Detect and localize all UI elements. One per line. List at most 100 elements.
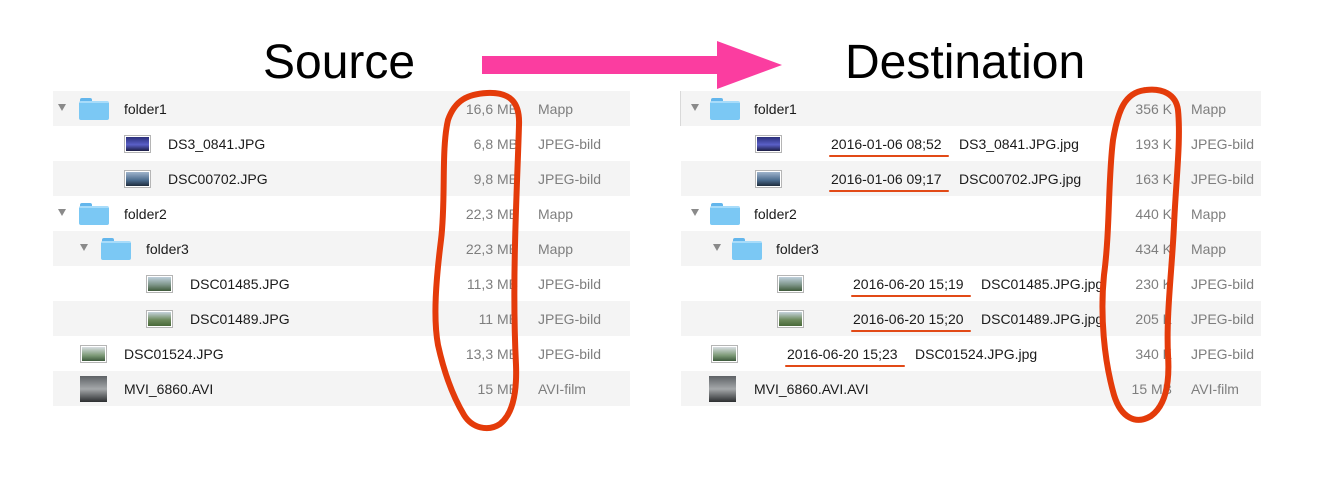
image-thumbnail-icon	[777, 275, 804, 293]
disclosure-triangle-icon[interactable]	[691, 209, 699, 216]
image-thumbnail-icon	[124, 135, 151, 153]
file-size: 16,6 MB	[465, 101, 518, 117]
file-name: folder1	[754, 101, 797, 117]
image-thumbnail-icon	[777, 310, 804, 328]
folder-icon	[710, 203, 740, 225]
file-size: 11,3 MB	[466, 276, 518, 292]
file-size: 434 K	[1135, 241, 1172, 257]
thumbnail-image	[82, 347, 105, 361]
file-row-dsc00702-jpg-jpg[interactable]: 2016-01-06 09;17 DSC00702.JPG.jpg 163 K JPE…	[681, 161, 1261, 196]
file-row-mvi-6860-avi-avi[interactable]: MVI_6860.AVI.AVI 15 MB AVI-film	[681, 371, 1261, 406]
file-name: folder3	[776, 241, 819, 257]
file-size: 6,8 MB	[473, 136, 518, 152]
folder-body	[710, 101, 740, 120]
file-row-dsc01524-jpg-jpg[interactable]: 2016-06-20 15;23 DSC01524.JPG.jpg 340 K JPE…	[681, 336, 1261, 371]
file-kind: JPEG-bild	[538, 346, 602, 362]
thumbnail-image	[757, 172, 780, 186]
file-name: MVI_6860.AVI	[124, 381, 214, 397]
file-kind: JPEG-bild	[538, 171, 602, 187]
folder-icon	[79, 98, 109, 120]
date-underline	[785, 365, 905, 367]
date-prefix: 2016-01-06 08;52	[831, 136, 942, 152]
file-size: 22,3 MB	[465, 241, 518, 257]
file-row-mvi-6860-avi[interactable]: MVI_6860.AVI 15 MB AVI-film	[53, 371, 630, 406]
thumbnail-image	[80, 376, 107, 402]
file-name: DSC01485.JPG.jpg	[981, 276, 1104, 292]
date-prefix: 2016-06-20 15;20	[853, 311, 964, 327]
file-kind: JPEG-bild	[1191, 311, 1255, 327]
file-name: folder1	[124, 101, 167, 117]
file-row-folder3[interactable]: folder3 22,3 MB Mapp	[53, 231, 630, 266]
file-kind: Mapp	[538, 206, 574, 222]
file-size: 9,8 MB	[473, 171, 518, 187]
destination-heading: Destination	[845, 36, 1086, 89]
file-row-folder2[interactable]: folder2 22,3 MB Mapp	[53, 196, 630, 231]
file-name: DSC01489.JPG.jpg	[981, 311, 1104, 327]
file-row-dsc00702-jpg[interactable]: DSC00702.JPG 9,8 MB JPEG-bild	[53, 161, 630, 196]
file-row-dsc01489-jpg[interactable]: DSC01489.JPG 11 MB JPEG-bild	[53, 301, 630, 336]
file-size: 356 K	[1135, 101, 1172, 117]
file-name: DSC01489.JPG	[190, 311, 290, 327]
file-kind: JPEG-bild	[1191, 171, 1255, 187]
image-thumbnail-icon	[146, 275, 173, 293]
file-name: DSC00702.JPG	[168, 171, 268, 187]
file-row-dsc01485-jpg-jpg[interactable]: 2016-06-20 15;19 DSC01485.JPG.jpg 230 K JPE…	[681, 266, 1261, 301]
file-name: folder2	[124, 206, 167, 222]
thumbnail-image	[148, 277, 171, 291]
file-row-ds3-0841-jpg[interactable]: DS3_0841.JPG 6,8 MB JPEG-bild	[53, 126, 630, 161]
file-size: 205 K	[1135, 311, 1172, 327]
file-row-dsc01524-jpg[interactable]: DSC01524.JPG 13,3 MB JPEG-bild	[53, 336, 630, 371]
thumbnail-image	[126, 172, 149, 186]
thumbnail-image	[709, 376, 736, 402]
folder-body	[732, 241, 762, 260]
file-kind: Mapp	[538, 241, 574, 257]
date-underline	[851, 295, 971, 297]
file-kind: Mapp	[1191, 101, 1227, 117]
file-size: 15 MB	[1131, 381, 1172, 397]
thumbnail-image	[713, 347, 736, 361]
file-size: 22,3 MB	[465, 206, 518, 222]
file-name: folder2	[754, 206, 797, 222]
disclosure-triangle-icon[interactable]	[58, 209, 66, 216]
file-size: 193 K	[1135, 136, 1172, 152]
file-row-ds3-0841-jpg-jpg[interactable]: 2016-01-06 08;52 DS3_0841.JPG.jpg 193 K JPE…	[681, 126, 1261, 161]
source-file-list: folder1 16,6 MB Mapp DS3_0841.JPG 6,8 MB JPEG…	[53, 91, 630, 406]
file-name: DS3_0841.JPG.jpg	[959, 136, 1079, 152]
disclosure-triangle-icon[interactable]	[80, 244, 88, 251]
folder-icon	[710, 98, 740, 120]
destination-file-list: folder1 356 K Mapp 2016-01-06 08;52 DS3_0841…	[680, 91, 1261, 406]
folder-icon	[79, 203, 109, 225]
disclosure-triangle-icon[interactable]	[713, 244, 721, 251]
right-arrow	[482, 41, 782, 89]
disclosure-triangle-icon[interactable]	[691, 104, 699, 111]
file-size: 163 K	[1135, 171, 1172, 187]
file-row-dsc01489-jpg-jpg[interactable]: 2016-06-20 15;20 DSC01489.JPG.jpg 205 K JPE…	[681, 301, 1261, 336]
image-thumbnail-icon	[146, 310, 173, 328]
thumbnail-image	[148, 312, 171, 326]
date-underline	[851, 330, 971, 332]
video-thumbnail-icon	[80, 376, 107, 402]
thumbnail-image	[757, 137, 780, 151]
disclosure-triangle-icon[interactable]	[58, 104, 66, 111]
file-name: DSC01524.JPG.jpg	[915, 346, 1038, 362]
folder-icon	[101, 238, 131, 260]
image-thumbnail-icon	[711, 345, 738, 363]
file-row-dsc01485-jpg[interactable]: DSC01485.JPG 11,3 MB JPEG-bild	[53, 266, 630, 301]
date-underline	[829, 155, 949, 157]
video-thumbnail-icon	[709, 376, 736, 402]
date-prefix: 2016-06-20 15;19	[853, 276, 964, 292]
thumbnail-image	[126, 137, 149, 151]
source-heading: Source	[263, 36, 416, 89]
thumbnail-image	[779, 277, 802, 291]
file-row-folder2[interactable]: folder2 440 K Mapp	[681, 196, 1261, 231]
date-prefix: 2016-06-20 15;23	[787, 346, 898, 362]
file-kind: JPEG-bild	[1191, 346, 1255, 362]
file-size: 440 K	[1135, 206, 1172, 222]
image-thumbnail-icon	[755, 170, 782, 188]
file-row-folder1[interactable]: folder1 16,6 MB Mapp	[53, 91, 630, 126]
file-kind: JPEG-bild	[538, 276, 602, 292]
file-name: MVI_6860.AVI.AVI	[754, 381, 869, 397]
file-row-folder1[interactable]: folder1 356 K Mapp	[681, 91, 1261, 126]
file-row-folder3[interactable]: folder3 434 K Mapp	[681, 231, 1261, 266]
file-name: DSC01524.JPG	[124, 346, 224, 362]
